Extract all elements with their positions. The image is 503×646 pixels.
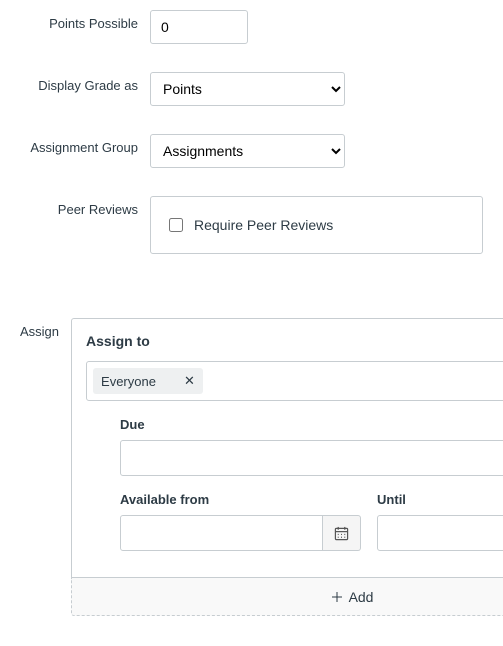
add-button-label: Add [349,589,374,605]
points-possible-input[interactable] [150,10,248,44]
assign-to-heading: Assign to [86,333,503,349]
peer-reviews-label: Peer Reviews [20,196,150,217]
assignment-group-select[interactable]: Assignments [150,134,345,168]
require-peer-reviews-label: Require Peer Reviews [194,217,333,233]
assign-token-label: Everyone [101,374,156,389]
close-icon[interactable]: ✕ [184,373,195,389]
due-date-input[interactable] [120,440,503,476]
calendar-icon [334,526,349,541]
assign-panel: Assign to Everyone ✕ Due [71,318,503,578]
assign-label: Assign [20,318,71,339]
available-from-label: Available from [120,492,361,507]
display-grade-select[interactable]: Points [150,72,345,106]
require-peer-reviews-checkbox[interactable] [169,218,183,232]
available-from-input[interactable] [120,515,323,551]
until-label: Until [377,492,503,507]
assignment-group-label: Assignment Group [20,134,150,155]
until-input[interactable] [377,515,503,551]
peer-reviews-panel: Require Peer Reviews [150,196,483,254]
points-possible-label: Points Possible [20,10,150,31]
assign-to-input[interactable]: Everyone ✕ [86,361,503,401]
due-label: Due [120,417,503,432]
add-button[interactable]: Add [71,578,503,616]
plus-icon [331,591,343,603]
display-grade-label: Display Grade as [20,72,150,93]
assign-token-everyone: Everyone ✕ [93,368,203,394]
available-from-calendar-button[interactable] [323,515,361,551]
